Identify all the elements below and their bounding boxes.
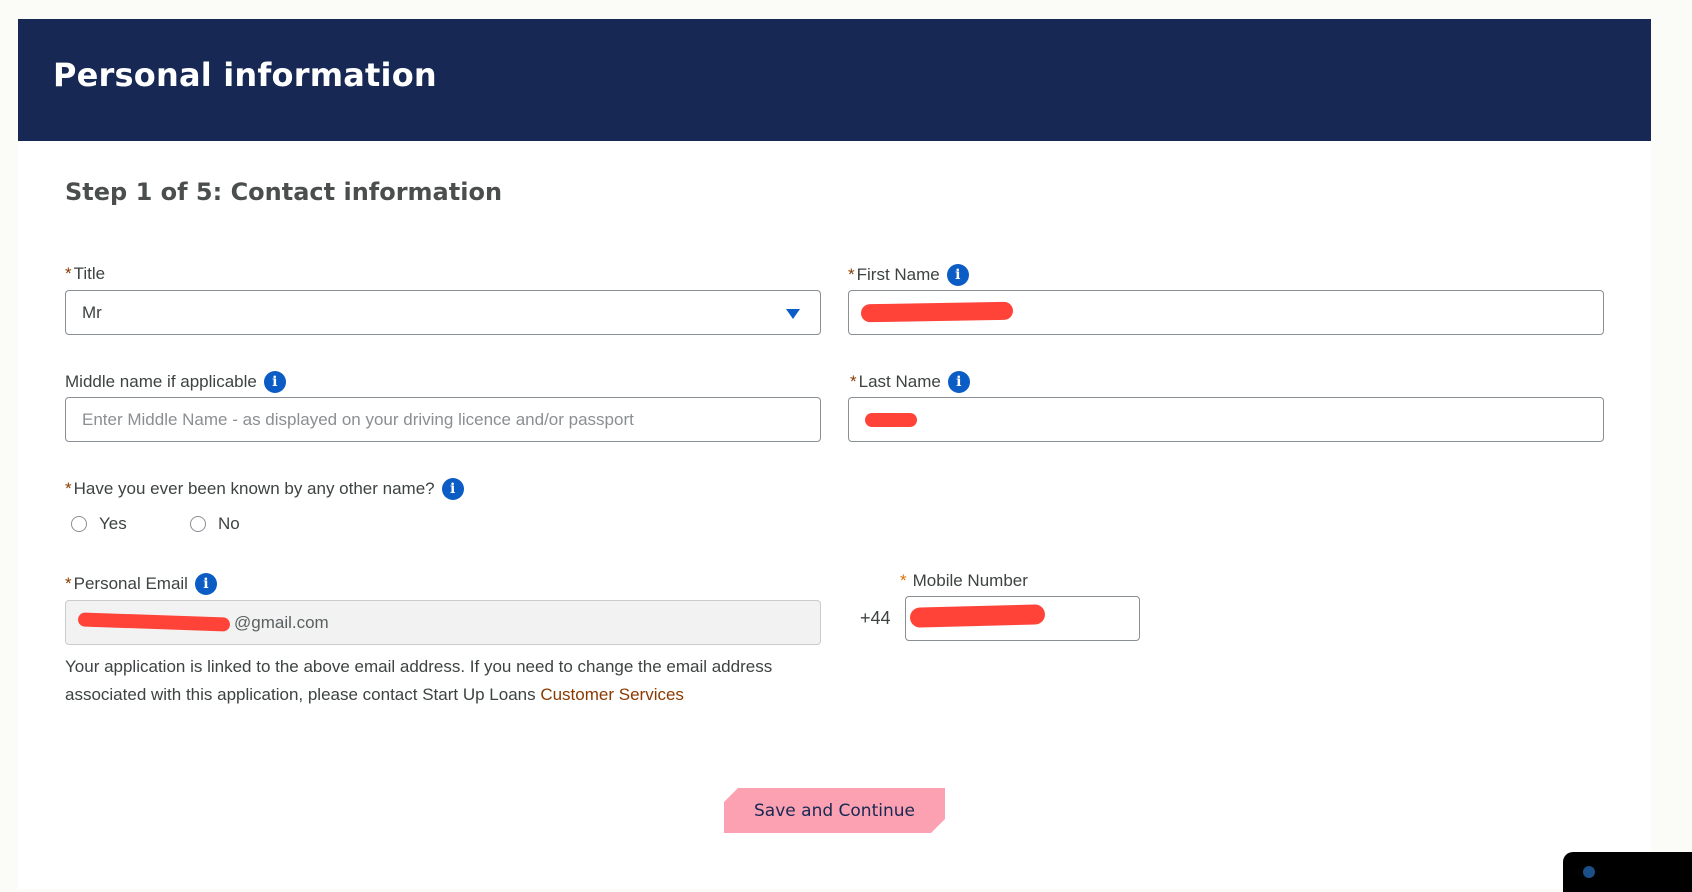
- form-panel: Personal information: [18, 19, 1651, 889]
- title-label: * Title: [65, 264, 105, 284]
- chat-icon: [1583, 866, 1595, 878]
- redaction-mark: [860, 301, 1014, 323]
- redaction-mark: [865, 413, 917, 427]
- other-name-label-text: Have you ever been known by any other na…: [73, 479, 435, 498]
- other-name-label: * Have you ever been known by any other …: [65, 478, 464, 500]
- mobile-input[interactable]: [905, 596, 1140, 641]
- title-select-value: Mr: [82, 302, 102, 322]
- last-name-label-text: Last Name: [858, 372, 941, 391]
- mobile-label-text: Mobile Number: [912, 571, 1028, 590]
- middle-name-label-text: Middle name if applicable: [65, 372, 257, 391]
- radio-no-label: No: [218, 514, 240, 533]
- info-icon[interactable]: i: [946, 264, 969, 286]
- radio-circle[interactable]: [71, 516, 87, 532]
- chevron-down-icon: [786, 309, 800, 319]
- radio-no[interactable]: No: [190, 514, 240, 534]
- redaction-mark: [77, 612, 231, 632]
- info-icon[interactable]: i: [263, 371, 286, 393]
- redaction-mark: [909, 604, 1046, 628]
- radio-circle[interactable]: [190, 516, 206, 532]
- country-code-prefix: +44: [860, 608, 891, 628]
- info-icon[interactable]: i: [194, 573, 217, 595]
- info-icon[interactable]: i: [441, 478, 464, 500]
- title-select[interactable]: Mr: [65, 290, 821, 335]
- email-label-text: Personal Email: [73, 574, 188, 593]
- email-value: @gmail.com: [234, 612, 329, 632]
- customer-services-link[interactable]: Customer Services: [540, 685, 684, 704]
- required-marker: *: [900, 571, 907, 590]
- first-name-input[interactable]: [848, 290, 1604, 335]
- title-label-text: Title: [73, 264, 106, 283]
- email-label: * Personal Email i: [65, 573, 217, 595]
- radio-yes[interactable]: Yes: [71, 514, 127, 534]
- middle-name-placeholder: Enter Middle Name - as displayed on your…: [82, 409, 634, 429]
- chat-widget[interactable]: [1563, 852, 1692, 892]
- radio-yes-label: Yes: [99, 514, 127, 533]
- required-marker: *: [848, 265, 855, 284]
- last-name-label: * Last Name i: [850, 371, 970, 393]
- last-name-input[interactable]: [848, 397, 1604, 442]
- required-marker: *: [65, 479, 72, 498]
- first-name-label-text: First Name: [856, 265, 940, 284]
- step-title: Step 1 of 5: Contact information: [65, 178, 503, 206]
- required-marker: *: [850, 372, 857, 391]
- email-field[interactable]: @gmail.com: [65, 600, 821, 645]
- required-marker: *: [65, 264, 72, 283]
- required-marker: *: [65, 574, 72, 593]
- page-title: Personal information: [53, 56, 437, 94]
- page-header: Personal information: [18, 19, 1651, 141]
- info-icon[interactable]: i: [947, 371, 970, 393]
- mobile-label: * Mobile Number: [900, 571, 1028, 591]
- middle-name-label: Middle name if applicable i: [65, 371, 286, 393]
- email-help-text: Your application is linked to the above …: [65, 653, 845, 709]
- save-and-continue-button[interactable]: Save and Continue: [724, 788, 945, 833]
- first-name-label: * First Name i: [848, 264, 969, 286]
- middle-name-input[interactable]: Enter Middle Name - as displayed on your…: [65, 397, 821, 442]
